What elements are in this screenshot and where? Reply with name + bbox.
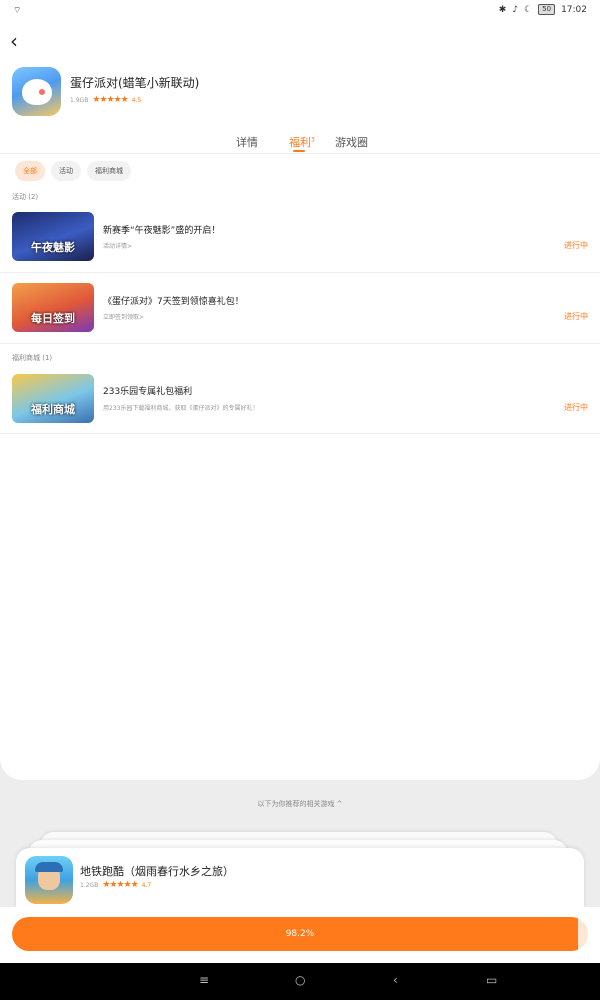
- active-tab-indicator: [293, 150, 305, 152]
- tab-welfare[interactable]: 福利3: [289, 134, 315, 150]
- filter-activity[interactable]: 活动: [51, 161, 81, 181]
- recommend-app-icon: [25, 856, 73, 904]
- thumbnail: 福利商城: [12, 374, 94, 423]
- rating-score: 4.5: [131, 96, 142, 104]
- thumbnail-text: 福利商城: [31, 403, 75, 416]
- filter-all[interactable]: 全部: [15, 161, 45, 181]
- recommend-title: 地铁跑酷（烟雨春行水乡之旅）: [80, 865, 234, 878]
- status-badge: 进行中: [564, 241, 588, 250]
- tab-game-circle[interactable]: 游戏圈: [335, 134, 368, 150]
- back-arrow-icon: ‹: [10, 29, 18, 53]
- section-label-mall: 福利商城 (1): [12, 354, 53, 362]
- row-subtitle: 用233乐园下载福利商城，获取《蛋仔派对》的专属好礼！: [103, 405, 259, 412]
- thumbnail-text: 每日签到: [31, 312, 75, 325]
- section-label-activity: 活动 (2): [12, 193, 39, 201]
- row-title: 233乐园专属礼包福利: [103, 387, 193, 397]
- row-title: 《蛋仔派对》7天签到领惊喜礼包！: [103, 297, 244, 307]
- main-sheet: ⌔ ✱ ♪ ☾ 50 17:02 ‹ 蛋仔派对(蜡笔小新联动) 1.9GB ★★…: [0, 0, 600, 780]
- app-icon: [12, 67, 61, 116]
- home-icon[interactable]: ○: [295, 973, 305, 987]
- thumbnail-text: 午夜魅影: [31, 241, 75, 254]
- list-item[interactable]: 午夜魅影 新赛季“午夜魅影”盛的开启！ 活动详情> 进行中: [0, 202, 600, 273]
- status-badge: 进行中: [564, 312, 588, 321]
- tab-bar: 详情 福利3 游戏圈: [0, 128, 600, 154]
- tab-details[interactable]: 详情: [236, 134, 258, 150]
- recommend-stars-icon: ★★★★★: [102, 880, 138, 890]
- back-button[interactable]: ‹: [10, 30, 30, 52]
- app-title: 蛋仔派对(蜡笔小新联动): [70, 76, 200, 90]
- recommend-size: 1.2GB: [80, 881, 99, 889]
- status-bar: ⌔ ✱ ♪ ☾ 50 17:02: [0, 0, 600, 22]
- mute-icon: ♪: [512, 4, 519, 15]
- thumbnail: 午夜魅影: [12, 212, 94, 261]
- recommend-meta: 1.2GB ★★★★★ 4.7: [80, 880, 151, 890]
- app-size: 1.9GB: [70, 96, 89, 104]
- row-subtitle: 立即签到领取>: [103, 314, 145, 321]
- rating-stars-icon: ★★★★★: [92, 95, 128, 105]
- download-progress-button[interactable]: 98.2%: [12, 917, 588, 951]
- moon-icon: ☾: [524, 4, 533, 15]
- tab-details-label: 详情: [236, 136, 258, 149]
- bluetooth-icon: ✱: [498, 4, 507, 15]
- row-subtitle: 活动详情>: [103, 243, 133, 250]
- row-title: 新赛季“午夜魅影”盛的开启！: [103, 226, 221, 236]
- progress-label: 98.2%: [285, 929, 315, 939]
- thumbnail: 每日签到: [12, 283, 94, 332]
- tab-welfare-count: 3: [311, 136, 315, 144]
- battery-indicator: 50: [538, 4, 556, 15]
- recommend-toggle-link[interactable]: 以下为你推荐的相关游戏 ^: [0, 799, 600, 809]
- status-badge: 进行中: [564, 403, 588, 412]
- menu-icon[interactable]: ≡: [199, 973, 209, 987]
- recommend-rating: 4.7: [141, 881, 152, 889]
- recents-icon[interactable]: ▭: [486, 973, 497, 987]
- nav-back-icon[interactable]: ‹: [393, 973, 398, 987]
- wifi-icon: ⌔: [13, 6, 22, 16]
- list-item[interactable]: 每日签到 《蛋仔派对》7天签到领惊喜礼包！ 立即签到领取> 进行中: [0, 273, 600, 344]
- list-item[interactable]: 福利商城 233乐园专属礼包福利 用233乐园下载福利商城，获取《蛋仔派对》的专…: [0, 364, 600, 434]
- tab-welfare-label: 福利: [289, 136, 311, 149]
- tab-game-circle-label: 游戏圈: [335, 136, 368, 149]
- clock: 17:02: [561, 4, 587, 15]
- system-navbar: ≡ ○ ‹ ▭: [0, 963, 600, 1000]
- app-meta: 1.9GB ★★★★★ 4.5: [70, 95, 141, 105]
- filter-mall[interactable]: 福利商城: [87, 161, 131, 181]
